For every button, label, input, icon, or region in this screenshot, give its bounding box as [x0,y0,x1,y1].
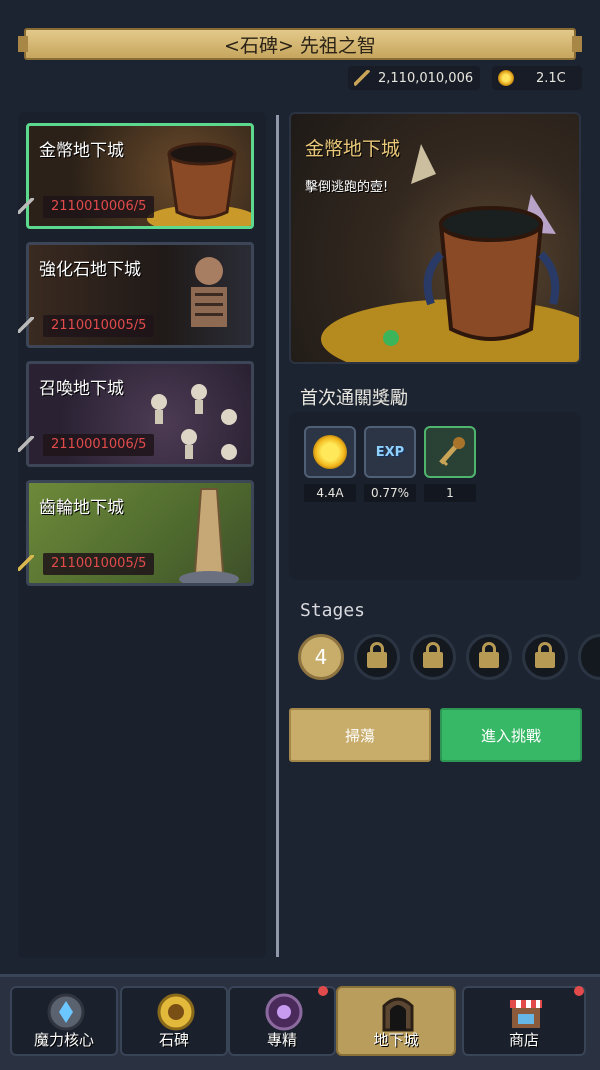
stage-locked[interactable] [522,634,568,680]
stage-locked[interactable] [466,634,512,680]
key-icon [18,317,34,333]
nav-tab-shop[interactable]: 商店 [462,986,586,1056]
key-icon [18,436,34,452]
reward-value: 0.77% [364,484,416,502]
reward-key[interactable] [424,426,476,478]
gold-coin-icon [498,70,514,86]
key-icon [18,198,34,214]
dungeon-name: 金幣地下城 [39,141,124,161]
nav-label: 專精 [266,1031,297,1049]
reward-value: 1 [424,484,476,502]
stage-locked[interactable] [410,634,456,680]
enter-label: 進入挑戰 [480,726,541,745]
nav-label: 商店 [508,1031,539,1049]
shop-icon [510,1000,542,1028]
sun-tablet-icon [157,993,195,1031]
magic-core-icon [47,993,85,1031]
dungeon-card-summon[interactable]: 召喚地下城 2110001006/5 [26,361,254,467]
dungeon-entry-count: 2110010005/5 [43,553,155,575]
rune-icon [265,993,303,1031]
dungeon-card-gold[interactable]: 金幣地下城 2110010006/5 [26,123,254,229]
notification-dot [318,986,328,996]
preview-description: 擊倒逃跑的壺! [305,180,389,195]
skeleton-icon [191,257,227,327]
gold-amount: 2.1C [536,70,566,86]
lock-icon [423,642,443,668]
lock-icon [479,642,499,668]
page-title: <石碑> 先祖之智 [18,28,582,60]
key-icon [439,437,465,467]
obelisk-icon [179,488,239,583]
key-currency: 2,110,010,006 [348,66,480,90]
page-title-text: <石碑> 先祖之智 [224,34,376,57]
nav-label: 魔力核心 [33,1031,94,1049]
stage-locked[interactable] [354,634,400,680]
stage-current[interactable]: 4 [298,634,344,680]
key-amount: 2,110,010,006 [378,70,474,86]
exp-icon: EXP [375,444,405,460]
lock-icon [535,642,555,668]
panel-divider [276,115,279,957]
pot-icon [147,142,251,226]
nav-tab-tablet[interactable]: 石碑 [120,986,228,1056]
preview-title: 金幣地下城 [305,138,401,160]
stage-locked[interactable] [578,634,600,680]
reward-exp[interactable]: EXP [364,426,416,478]
dungeon-name: 召喚地下城 [39,379,124,399]
sweep-label: 掃蕩 [344,726,375,745]
dungeon-name: 強化石地下城 [39,260,141,280]
lock-icon [367,642,387,668]
nav-label: 石碑 [158,1031,189,1049]
nav-tab-dungeon[interactable]: 地下城 [336,986,456,1056]
nav-tab-magic-core[interactable]: 魔力核心 [10,986,118,1056]
gold-coin-icon [313,435,347,469]
key-icon [354,70,370,86]
notification-dot [574,986,584,996]
reward-value: 4.4A [304,484,356,502]
nav-tab-mastery[interactable]: 專精 [228,986,336,1056]
key-icon [18,555,34,571]
stages-label: Stages [300,600,366,621]
dungeon-card-enhance-stone[interactable]: 強化石地下城 2110010005/5 [26,242,254,348]
sweep-button[interactable]: 掃蕩 [289,708,431,762]
dungeon-gate-icon [382,997,414,1032]
gold-currency: 2.1C [492,66,582,90]
dungeon-card-gear[interactable]: 齒輪地下城 2110010005/5 [26,480,254,586]
dungeon-entry-count: 2110010005/5 [43,315,155,337]
dungeon-entry-count: 2110010006/5 [43,196,155,218]
nav-label: 地下城 [373,1031,419,1049]
dungeon-preview: 金幣地下城 擊倒逃跑的壺! [289,112,581,364]
enter-challenge-button[interactable]: 進入挑戰 [440,708,582,762]
dungeon-name: 齒輪地下城 [39,498,124,518]
dungeon-entry-count: 2110001006/5 [43,434,155,456]
reward-gold[interactable] [304,426,356,478]
rewards-heading: 首次通關獎勵 [300,388,408,409]
stage-number: 4 [314,645,328,669]
